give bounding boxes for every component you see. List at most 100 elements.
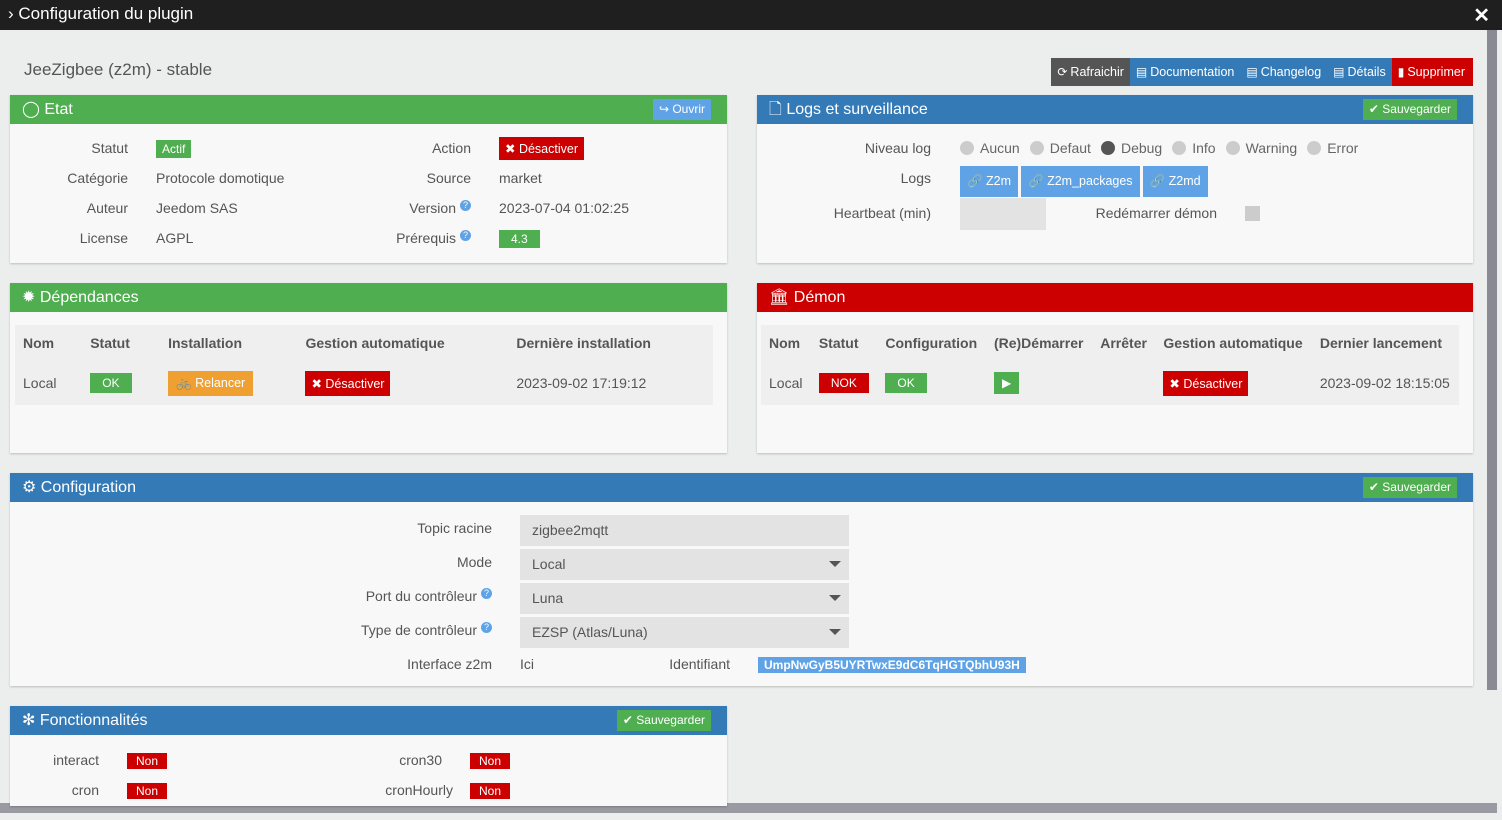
refresh-icon: ⟳: [1057, 65, 1068, 79]
label: Type de contrôleur?: [10, 622, 492, 638]
label: Mode: [456, 554, 492, 570]
label: Logs: [900, 170, 931, 186]
delete-button[interactable]: Supprimer: [1407, 58, 1465, 86]
config-title: Configuration: [40, 479, 136, 496]
col-header: Dernière installation: [516, 335, 651, 351]
label: Action: [432, 140, 471, 156]
col-header: Configuration: [885, 335, 978, 351]
feature-label: cron: [71, 782, 99, 798]
license-value: AGPL: [156, 230, 194, 246]
daemon-panel: 🏛 Démon Nom Statut Configuration (Re)Démarr…: [757, 283, 1473, 453]
col-header: Statut: [818, 335, 859, 351]
book-icon: ▤: [1135, 65, 1148, 79]
documentation-button[interactable]: Documentation: [1150, 58, 1234, 86]
etat-panel: ◯ Etat ↪ Ouvrir Statut Actif Catégorie P…: [10, 95, 727, 263]
toolbar: ⟳ Rafraichir ▤ Documentation ▤ Changelog ▤ D…: [1051, 58, 1473, 86]
help-icon[interactable]: ?: [460, 200, 471, 211]
daemon-table: Nom Statut Configuration (Re)Démarrer Arrête…: [761, 325, 1459, 405]
logs-panel: 🗋 Logs et surveillance ✔ Sauvegarder Niv…: [757, 95, 1473, 263]
config-header: ⚙ Configuration ✔ Sauvegarder: [10, 473, 1473, 502]
help-icon[interactable]: ?: [460, 230, 471, 241]
help-icon[interactable]: ?: [481, 622, 492, 633]
table-row: Local NOK OK ▶ ✖ Désactiver 2023-09-02 1…: [761, 361, 1459, 405]
dep-name: Local: [23, 375, 57, 391]
deps-panel: ✹ Dépendances Nom Statut Installation Gesti…: [10, 283, 727, 453]
scrollbar[interactable]: [1487, 30, 1497, 690]
col-header: Gestion automatique: [305, 335, 445, 351]
deps-title: Dépendances: [39, 289, 139, 306]
dep-date: 2023-09-02 17:19:12: [516, 375, 647, 391]
window-title: Configuration du plugin: [18, 4, 194, 23]
radio-defaut[interactable]: Defaut: [1029, 140, 1091, 156]
deps-table: Nom Statut Installation Gestion automatique…: [15, 325, 713, 405]
save-button[interactable]: ✔ Sauvegarder: [1362, 477, 1457, 498]
restart-daemon-checkbox[interactable]: [1245, 206, 1260, 221]
label: Catégorie: [67, 170, 128, 186]
col-header: Statut: [90, 335, 130, 351]
book-icon: ▤: [1246, 65, 1258, 79]
save-button[interactable]: ✔ Sauvegarder: [1362, 99, 1457, 120]
log-buttons: 🔗 Z2m 🔗 Z2m_packages 🔗 Z2md: [960, 166, 1208, 197]
radio-error[interactable]: Error: [1307, 140, 1358, 156]
feature-label: cronHourly: [385, 782, 453, 798]
open-button[interactable]: ↪ Ouvrir: [652, 99, 711, 120]
play-icon[interactable]: ▶: [993, 372, 1020, 394]
gear-icon: ✹: [22, 289, 36, 306]
daemon-date: 2023-09-02 18:15:05: [1319, 375, 1450, 391]
etat-title: Etat: [44, 101, 73, 118]
radio-debug[interactable]: Debug: [1100, 140, 1162, 156]
label: Source: [426, 170, 471, 186]
feature-badge: Non: [127, 753, 168, 769]
relaunch-button[interactable]: 🚲 Relancer: [168, 370, 254, 396]
deactivate-button[interactable]: ✖ Désactiver: [499, 137, 584, 160]
col-header: Nom: [23, 335, 55, 351]
log-z2m-button[interactable]: 🔗 Z2m: [960, 166, 1019, 197]
power-icon: ◯: [22, 101, 40, 118]
col-header: Gestion automatique: [1163, 335, 1303, 351]
version-value: 2023-07-04 01:02:25: [499, 200, 629, 216]
category-value: Protocole domotique: [156, 170, 285, 186]
topic-input[interactable]: zigbee2mqtt: [520, 515, 849, 546]
help-icon[interactable]: ?: [481, 588, 492, 599]
label: Interface z2m: [407, 656, 492, 672]
col-header: (Re)Démarrer: [993, 335, 1084, 351]
port-select[interactable]: Luna: [520, 583, 849, 614]
daemon-name: Local: [769, 375, 803, 391]
interface-value: Ici: [520, 656, 534, 672]
label: Auteur: [86, 200, 128, 216]
close-icon[interactable]: ✕: [1473, 3, 1490, 28]
label: License: [79, 230, 128, 246]
col-header: Dernier lancement: [1319, 335, 1442, 351]
details-button[interactable]: Détails: [1348, 58, 1386, 86]
features-header: ✻ Fonctionnalités ✔ Sauvegarder: [10, 706, 727, 735]
radio-warning[interactable]: Warning: [1225, 140, 1297, 156]
log-z2m-packages-button[interactable]: 🔗 Z2m_packages: [1021, 166, 1140, 197]
status-badge: Actif: [156, 140, 192, 158]
mode-select[interactable]: Local: [520, 549, 849, 580]
chevron-right-icon: ›: [8, 4, 19, 23]
daemon-title: Démon: [793, 289, 846, 306]
logs-title: Logs et surveillance: [786, 101, 928, 118]
config-panel: ⚙ Configuration ✔ Sauvegarder Topic raci…: [10, 473, 1473, 686]
label: Version?: [310, 200, 471, 216]
trash-icon: ▮: [1397, 65, 1405, 79]
label: Port du contrôleur?: [10, 588, 492, 604]
type-select[interactable]: EZSP (Atlas/Luna): [520, 617, 849, 648]
save-button[interactable]: ✔ Sauvegarder: [616, 710, 711, 731]
log-level-radios: Aucun Defaut Debug Info Warning Error: [960, 140, 1368, 156]
label: Heartbeat (min): [833, 205, 931, 221]
refresh-button[interactable]: Rafraichir: [1070, 58, 1124, 86]
changelog-button[interactable]: Changelog: [1261, 58, 1321, 86]
feature-badge: Non: [470, 783, 511, 799]
feature-label: interact: [53, 752, 99, 768]
dep-deactivate-button[interactable]: ✖ Désactiver: [305, 370, 391, 396]
radio-aucun[interactable]: Aucun: [960, 140, 1020, 156]
daemon-status-badge: NOK: [818, 373, 869, 393]
log-z2md-button[interactable]: 🔗 Z2md: [1142, 166, 1208, 197]
radio-info[interactable]: Info: [1172, 140, 1216, 156]
table-row: Local OK 🚲 Relancer ✖ Désactiver 2023-09…: [15, 361, 713, 405]
daemon-deactivate-button[interactable]: ✖ Désactiver: [1163, 370, 1249, 396]
etat-header: ◯ Etat ↪ Ouvrir: [10, 95, 727, 124]
feature-label: cron30: [399, 752, 442, 768]
heartbeat-input[interactable]: [960, 198, 1046, 230]
